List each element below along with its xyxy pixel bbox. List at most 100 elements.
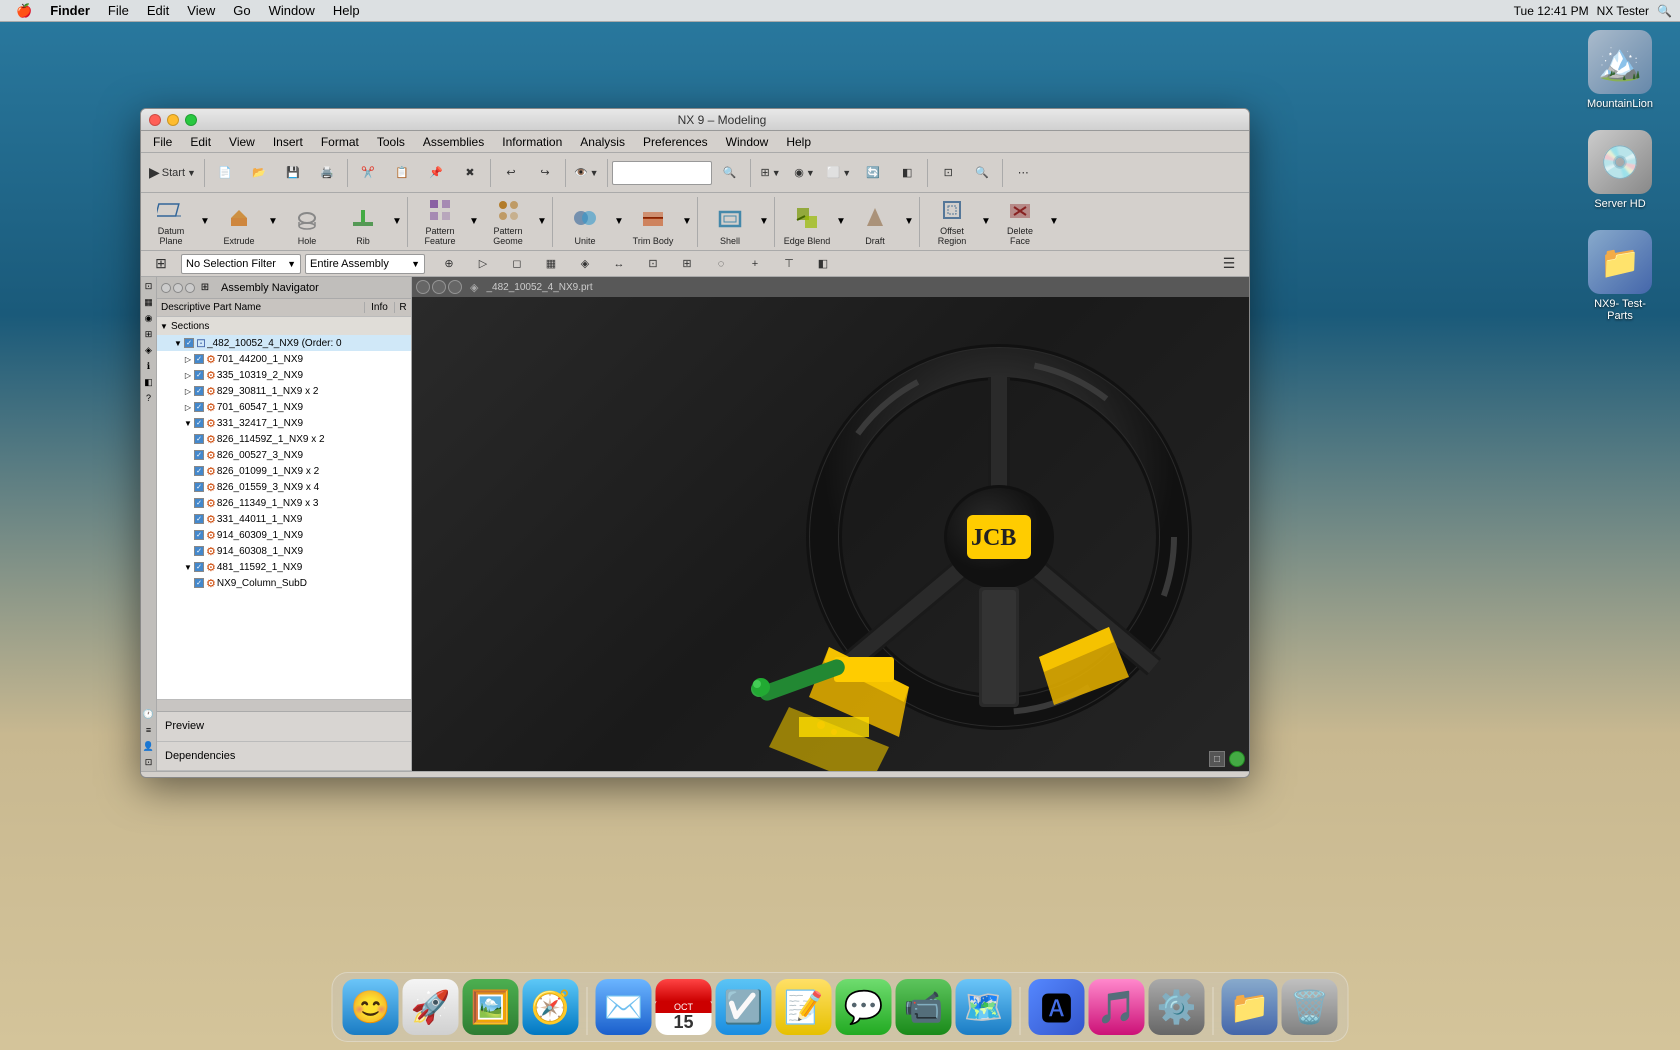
dock-appstore[interactable]: 🅰 <box>1029 979 1085 1035</box>
circle-tool[interactable]: ○ <box>327 775 349 779</box>
pattern-feature-arrow[interactable]: ▼ <box>470 216 478 227</box>
tree-item-8[interactable]: ✓ ⚙ 826_01099_1_NX9 x 2 <box>157 463 411 479</box>
nx-menu-insert[interactable]: Insert <box>265 133 311 151</box>
item5-checkbox[interactable]: ✓ <box>194 418 204 428</box>
delete-face-arrow[interactable]: ▼ <box>1050 216 1058 227</box>
delete-button[interactable]: ✖ <box>454 157 486 189</box>
snap1-button[interactable]: ⊕ <box>433 248 465 280</box>
item7-expand-icon[interactable] <box>183 450 193 460</box>
snap4-button[interactable]: ▦ <box>535 248 567 280</box>
maximize-button[interactable] <box>185 114 197 126</box>
start-button[interactable]: ▶ Start ▼ <box>145 157 200 189</box>
apple-menu[interactable]: 🍎 <box>8 0 40 22</box>
extrude-button[interactable]: Extrude <box>213 196 265 248</box>
tree-item-13[interactable]: ✓ ⚙ 914_60308_1_NX9 <box>157 543 411 559</box>
item15-expand-icon[interactable] <box>183 578 193 588</box>
viewport-3d-area[interactable]: JCB <box>412 297 1249 771</box>
snap5-button[interactable]: ◈ <box>569 248 601 280</box>
menubar-window[interactable]: Window <box>261 0 323 22</box>
menu-icon[interactable]: ☰ <box>1213 248 1245 280</box>
draft-arrow[interactable]: ▼ <box>905 216 913 227</box>
item11-checkbox[interactable]: ✓ <box>194 514 204 524</box>
dependencies-button[interactable]: Dependencies <box>157 742 411 772</box>
item3-checkbox[interactable]: ✓ <box>194 386 204 396</box>
sidebar-icon-8[interactable]: ? <box>142 391 156 405</box>
cut-button[interactable]: ✂️ <box>352 157 384 189</box>
nx-menu-view[interactable]: View <box>221 133 263 151</box>
sidebar-icon-5[interactable]: ◈ <box>142 343 156 357</box>
item4-expand-icon[interactable]: ▷ <box>183 402 193 412</box>
dock-finder[interactable]: 😊 <box>343 979 399 1035</box>
nx-menu-help[interactable]: Help <box>778 133 819 151</box>
menubar-view[interactable]: View <box>179 0 223 22</box>
redo-button[interactable]: ↪ <box>529 157 561 189</box>
root-expand-icon[interactable]: ▼ <box>173 338 183 348</box>
item11-expand-icon[interactable] <box>183 514 193 524</box>
trim-tool[interactable]: ✂ <box>444 775 466 779</box>
undo-button[interactable]: ↩ <box>495 157 527 189</box>
display-button[interactable]: 👁️▼ <box>570 157 603 189</box>
item12-expand-icon[interactable] <box>183 530 193 540</box>
nx-menu-window[interactable]: Window <box>718 133 777 151</box>
pattern-feature-button[interactable]: Pattern Feature <box>414 196 466 248</box>
tree-item-2[interactable]: ▷ ✓ ⚙ 335_10319_2_NX9 <box>157 367 411 383</box>
dock-notes[interactable]: 📝 <box>776 979 832 1035</box>
nx-menu-edit[interactable]: Edit <box>182 133 219 151</box>
desktop-icon-serverhd[interactable]: 💿 Server HD <box>1580 130 1660 210</box>
close-button[interactable] <box>149 114 161 126</box>
item6-checkbox[interactable]: ✓ <box>194 434 204 444</box>
trim-body-arrow[interactable]: ▼ <box>683 216 691 227</box>
item13-expand-icon[interactable] <box>183 546 193 556</box>
item9-checkbox[interactable]: ✓ <box>194 482 204 492</box>
snap6-button[interactable]: ↔ <box>603 248 635 280</box>
fillet-tool[interactable]: ⌓▼ <box>413 775 435 779</box>
paste-button[interactable]: 📌 <box>420 157 452 189</box>
snap7-button[interactable]: ⊡ <box>637 248 669 280</box>
view-button[interactable]: ⬜▼ <box>823 157 856 189</box>
nx-menu-assemblies[interactable]: Assemblies <box>415 133 492 151</box>
undo-sketch-button[interactable]: ↩ <box>248 775 270 779</box>
dock-calendar[interactable]: OCT 15 <box>656 979 712 1035</box>
rotate-button[interactable]: 🔄 <box>857 157 889 189</box>
finish-sketch-button[interactable]: Finish Sketch <box>169 775 235 779</box>
item1-expand-icon[interactable]: ▷ <box>183 354 193 364</box>
grid-button[interactable]: ⊞▼ <box>755 157 787 189</box>
trim-body-button[interactable]: Trim Body <box>627 196 679 248</box>
root-checkbox[interactable]: ✓ <box>184 338 194 348</box>
nx-menu-file[interactable]: File <box>145 133 180 151</box>
item8-expand-icon[interactable] <box>183 466 193 476</box>
zoom-button[interactable]: 🔍 <box>966 157 998 189</box>
nx-menu-information[interactable]: Information <box>494 133 570 151</box>
minimize-button[interactable] <box>167 114 179 126</box>
nav-control-3[interactable] <box>185 283 195 293</box>
snap12-button[interactable]: ◧ <box>807 248 839 280</box>
dock-trash[interactable]: 🗑️ <box>1282 979 1338 1035</box>
snap3-button[interactable]: ◻ <box>501 248 533 280</box>
viewport-btn-3[interactable] <box>448 280 462 294</box>
tree-item-1[interactable]: ▷ ✓ ⚙ 701_44200_1_NX9 <box>157 351 411 367</box>
item1-checkbox[interactable]: ✓ <box>194 354 204 364</box>
dock-itunes[interactable]: 🎵 <box>1089 979 1145 1035</box>
desktop-icon-mountainlion[interactable]: 🏔️ MountainLion <box>1580 30 1660 110</box>
constraint-tool[interactable]: ⊥▼ <box>499 775 522 779</box>
delete-face-button[interactable]: Delete Face <box>994 196 1046 248</box>
dock-reminders[interactable]: ☑️ <box>716 979 772 1035</box>
tree-item-10[interactable]: ✓ ⚙ 826_11349_1_NX9 x 3 <box>157 495 411 511</box>
viewport-info-button[interactable]: □ <box>1209 751 1225 767</box>
viewport-btn-1[interactable] <box>416 280 430 294</box>
menubar-search-icon[interactable]: 🔍 <box>1657 4 1672 18</box>
fit-button[interactable]: ⊡ <box>932 157 964 189</box>
draft-button[interactable]: Draft <box>849 196 901 248</box>
item14-expand-icon[interactable]: ▼ <box>183 562 193 572</box>
item2-expand-icon[interactable]: ▷ <box>183 370 193 380</box>
nx-menu-format[interactable]: Format <box>313 133 367 151</box>
offset-region-arrow[interactable]: ▼ <box>982 216 990 227</box>
item14-checkbox[interactable]: ✓ <box>194 562 204 572</box>
menubar-edit[interactable]: Edit <box>139 0 177 22</box>
tree-item-5[interactable]: ▼ ✓ ⚙ 331_32417_1_NX9 <box>157 415 411 431</box>
item13-checkbox[interactable]: ✓ <box>194 546 204 556</box>
item10-expand-icon[interactable] <box>183 498 193 508</box>
viewport-btn-2[interactable] <box>432 280 446 294</box>
item9-expand-icon[interactable] <box>183 482 193 492</box>
tree-item-3[interactable]: ▷ ✓ ⚙ 829_30811_1_NX9 x 2 <box>157 383 411 399</box>
